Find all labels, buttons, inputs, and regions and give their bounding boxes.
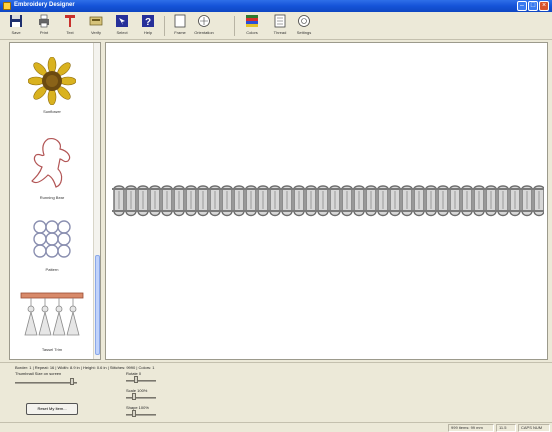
minimize-button[interactable]: – xyxy=(517,1,527,11)
status-panel: CAPS NUM xyxy=(518,424,550,432)
shape-slider[interactable] xyxy=(126,414,156,416)
colors-button[interactable]: Colors xyxy=(240,14,264,38)
scale-label: Scale 100% xyxy=(126,388,148,393)
library-item[interactable]: Pattern xyxy=(10,215,94,272)
rotate-slider[interactable] xyxy=(126,380,156,382)
save-button[interactable]: Save xyxy=(4,14,28,38)
color-palette-icon xyxy=(246,15,258,27)
library-scrollbar[interactable] xyxy=(93,43,100,359)
thread-icon xyxy=(274,14,286,28)
verify-icon xyxy=(89,16,103,26)
thread-button[interactable]: Thread xyxy=(268,14,292,38)
window-title: Embroidery Designer xyxy=(14,2,75,8)
select-icon xyxy=(116,15,128,27)
toolbar-separator xyxy=(234,16,235,36)
library-item[interactable]: Sunflower xyxy=(10,56,94,114)
scrollbar-thumb[interactable] xyxy=(95,255,100,355)
app-icon xyxy=(3,2,11,10)
scale-slider[interactable] xyxy=(126,397,156,399)
close-button[interactable]: × xyxy=(539,1,549,11)
toolbar: Save Print Text Verify Select ? Help Fra… xyxy=(0,12,552,40)
toolbar-separator xyxy=(164,16,165,36)
settings-icon xyxy=(298,15,310,27)
text-button[interactable]: Text xyxy=(58,14,82,38)
help-icon: ? xyxy=(142,15,154,28)
frame-icon xyxy=(174,14,186,28)
library-item[interactable]: Tassel Trim xyxy=(10,291,94,352)
text-tool-icon xyxy=(65,15,75,27)
status-panel: 999 items: 99 mm xyxy=(448,424,494,432)
thumbnail-size-label: Thumbnail Size on screen xyxy=(15,371,62,376)
shape-label: Shape 100% xyxy=(126,405,149,410)
print-button[interactable]: Print xyxy=(32,14,56,38)
orientation-button[interactable]: Orientation xyxy=(192,14,216,38)
slider-handle[interactable] xyxy=(134,376,138,383)
sunflower-icon xyxy=(27,56,77,106)
maximize-button[interactable]: □ xyxy=(528,1,538,11)
app-window: Embroidery Designer – □ × Save Print Tex… xyxy=(0,0,552,432)
floppy-disk-icon xyxy=(10,15,22,27)
settings-button[interactable]: Settings xyxy=(292,14,316,38)
slider-handle[interactable] xyxy=(70,378,74,385)
frame-button[interactable]: Frame xyxy=(168,14,192,38)
slider-handle[interactable] xyxy=(132,393,136,400)
running-bear-icon xyxy=(31,138,71,188)
verify-button[interactable]: Verify xyxy=(84,14,108,38)
help-button[interactable]: ? Help xyxy=(136,14,160,38)
design-info: Border: 1 | Repeat: 16 | Width: 8.9 in |… xyxy=(15,365,155,370)
slider-handle[interactable] xyxy=(132,410,136,417)
settings-panel: Border: 1 | Repeat: 16 | Width: 8.9 in |… xyxy=(0,362,552,422)
status-bar: 999 items: 99 mm 11.5 CAPS NUM xyxy=(0,422,552,432)
thumbnail-size-slider[interactable] xyxy=(15,382,77,384)
orientation-icon xyxy=(198,15,210,27)
reset-item-button[interactable]: Reset My Item... xyxy=(26,403,78,415)
border-design[interactable] xyxy=(112,183,544,219)
design-library-panel: Sunflower Running Bear Pattern Tassel Tr… xyxy=(9,42,101,360)
printer-icon xyxy=(39,14,49,28)
select-button[interactable]: Select xyxy=(110,14,134,38)
design-canvas[interactable] xyxy=(105,42,548,360)
svg-text:?: ? xyxy=(145,17,151,28)
tassel-trim-icon xyxy=(20,292,84,336)
library-item[interactable]: Running Bear xyxy=(10,135,94,200)
status-panel: 11.5 xyxy=(496,424,516,432)
title-bar[interactable]: Embroidery Designer – □ × xyxy=(0,0,552,12)
knot-pattern-icon xyxy=(33,220,71,258)
